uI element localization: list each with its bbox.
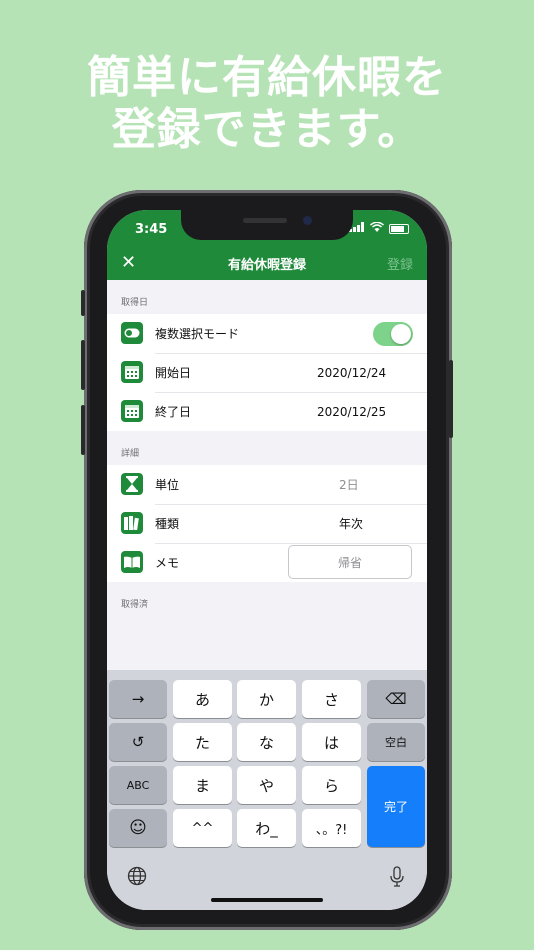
- open-book-icon: [121, 551, 143, 573]
- section-header-detail: 詳細: [121, 449, 140, 459]
- key-arrow[interactable]: →: [109, 680, 167, 718]
- backspace-icon[interactable]: ⌫: [367, 680, 425, 718]
- memo-input[interactable]: 帰省: [288, 545, 412, 579]
- type-label: 種類: [155, 517, 180, 531]
- key-na[interactable]: な: [237, 723, 296, 761]
- phone-volume-down: [81, 405, 85, 455]
- register-button[interactable]: 登録: [387, 254, 413, 273]
- calendar-icon: [121, 361, 143, 383]
- row-start-date[interactable]: 開始日 2020/12/24: [107, 353, 427, 392]
- key-ha[interactable]: は: [302, 723, 361, 761]
- end-date-label: 終了日: [155, 405, 192, 419]
- promo-line-2: 登録できます。: [111, 104, 423, 155]
- unit-value[interactable]: 2日: [339, 476, 359, 493]
- key-small-kana[interactable]: ^^: [173, 809, 232, 847]
- row-multi-select: 複数選択モード: [107, 314, 427, 353]
- done-button[interactable]: 完了: [367, 766, 425, 847]
- kana-keyboard: → あ か さ ⌫ ↺ た な は 空白 ABC ま や ら 完了 ☺ ^^ わ…: [107, 670, 427, 910]
- home-indicator[interactable]: [211, 898, 323, 902]
- emoji-icon[interactable]: ☺: [109, 809, 167, 847]
- page-title: 有給休暇登録: [227, 258, 306, 273]
- status-icons: [349, 221, 409, 235]
- phone-silent-switch: [81, 290, 85, 316]
- unit-label: 単位: [155, 478, 180, 492]
- section-header-taken: 取得済: [121, 600, 149, 610]
- start-date-value[interactable]: 2020/12/24: [317, 366, 386, 380]
- memo-label: メモ: [155, 556, 180, 570]
- key-ra[interactable]: ら: [302, 766, 361, 804]
- key-sa[interactable]: さ: [302, 680, 361, 718]
- multi-select-label: 複数選択モード: [155, 327, 240, 341]
- group-detail: 単位 2日 種類 年次 メモ 帰省: [107, 465, 427, 582]
- promo-line-1: 簡単に有給休暇を: [87, 52, 447, 103]
- end-date-value[interactable]: 2020/12/25: [317, 405, 386, 419]
- battery-icon: [389, 223, 409, 234]
- toggle-mode-icon: [121, 322, 143, 344]
- form-content: 取得日 複数選択モード 開始日 2020/12/24 終了日 2020/12/2…: [107, 280, 427, 616]
- globe-icon[interactable]: [127, 866, 147, 891]
- key-ta[interactable]: た: [173, 723, 232, 761]
- undo-icon[interactable]: ↺: [109, 723, 167, 761]
- row-end-date[interactable]: 終了日 2020/12/25: [107, 392, 427, 431]
- promo-headline: 簡単に有給休暇を 登録できます。: [0, 52, 534, 156]
- group-date: 複数選択モード 開始日 2020/12/24 終了日 2020/12/25: [107, 314, 427, 431]
- phone-screen: 3:45 ✕ 有給休暇登録 登録 取得日 複数選択モード 開始日 2020/12…: [107, 210, 427, 910]
- key-wa[interactable]: わ_: [237, 809, 296, 847]
- row-memo: メモ 帰省: [107, 543, 427, 582]
- phone-volume-up: [81, 340, 85, 390]
- calendar-icon: [121, 400, 143, 422]
- books-icon: [121, 512, 143, 534]
- key-punctuation[interactable]: 、。?!: [302, 809, 361, 847]
- key-ya[interactable]: や: [237, 766, 296, 804]
- row-unit[interactable]: 単位 2日: [107, 465, 427, 504]
- wifi-icon: [370, 221, 384, 235]
- hourglass-icon: [121, 473, 143, 495]
- phone-side-button: [449, 360, 453, 438]
- key-space[interactable]: 空白: [367, 723, 425, 761]
- camera: [303, 216, 312, 225]
- key-ka[interactable]: か: [237, 680, 296, 718]
- start-date-label: 開始日: [155, 366, 192, 380]
- section-header-date: 取得日: [121, 298, 149, 308]
- key-a[interactable]: あ: [173, 680, 232, 718]
- key-abc[interactable]: ABC: [109, 766, 167, 804]
- notch: [181, 210, 353, 240]
- row-type[interactable]: 種類 年次: [107, 504, 427, 543]
- speaker: [243, 218, 287, 223]
- key-ma[interactable]: ま: [173, 766, 232, 804]
- microphone-icon[interactable]: [389, 866, 405, 893]
- type-value[interactable]: 年次: [339, 515, 363, 532]
- status-time: 3:45: [135, 222, 168, 237]
- multi-select-toggle[interactable]: [373, 322, 413, 346]
